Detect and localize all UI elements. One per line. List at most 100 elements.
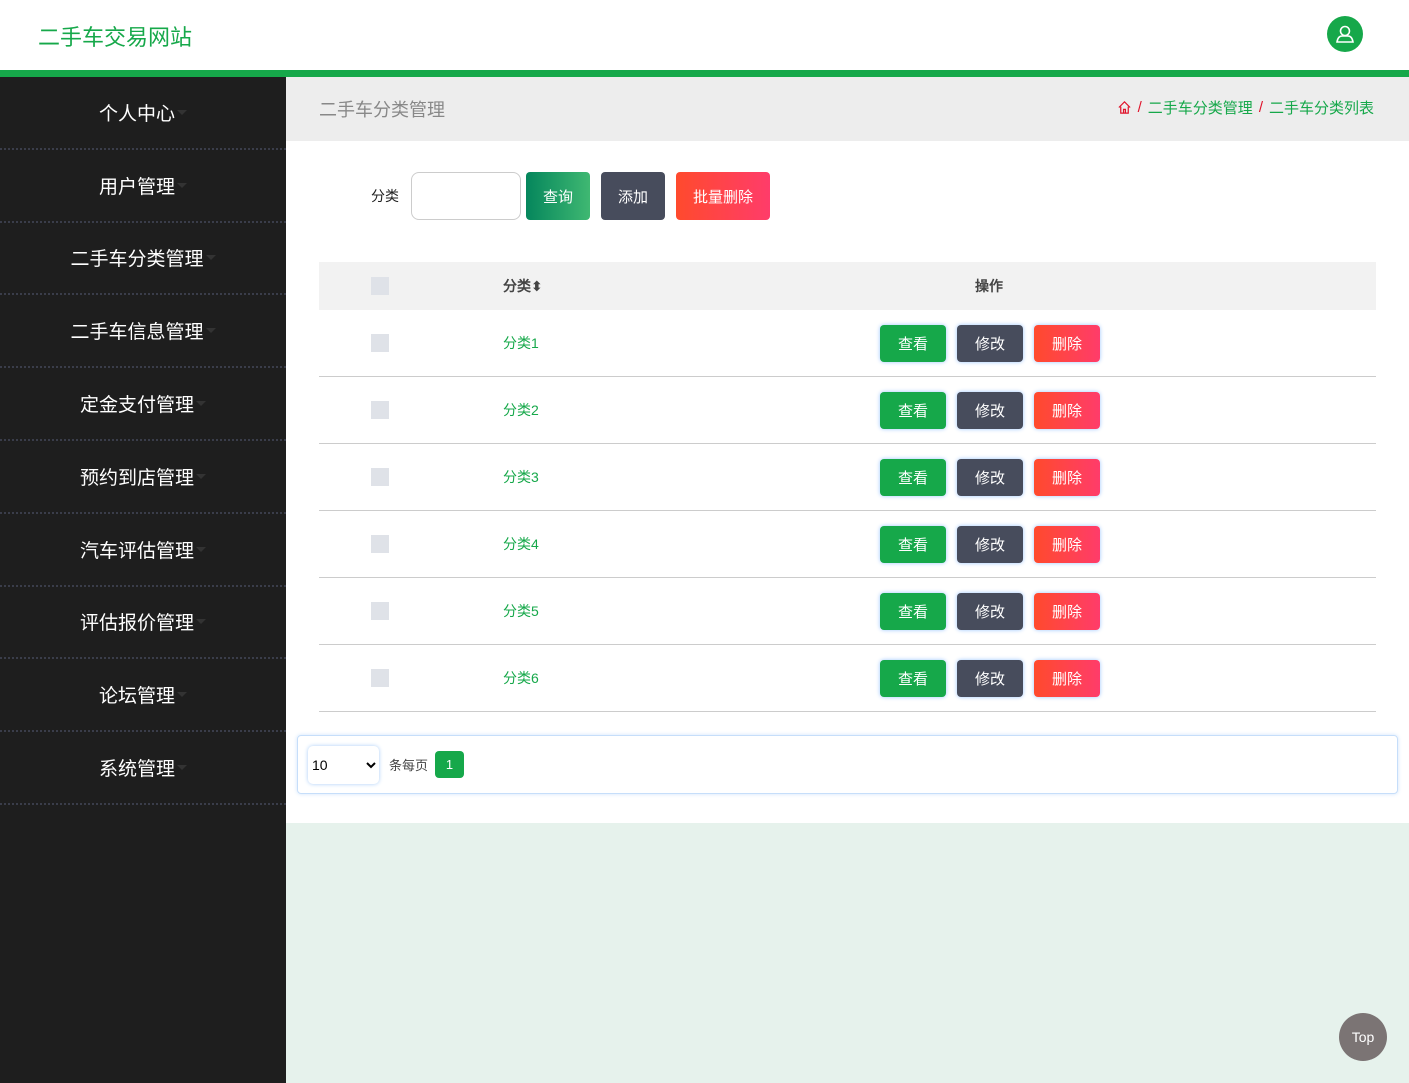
category-name: 分类1	[503, 335, 539, 351]
main-content: 分类 查询 添加 批量删除 分类⬍ 操作 分类1 查看 修改 删除 分类2 查看…	[286, 141, 1409, 823]
sidebar-item[interactable]: 个人中心	[0, 77, 286, 150]
sidebar-item[interactable]: 二手车分类管理	[0, 223, 286, 296]
column-header-ops: 操作	[975, 278, 1003, 294]
edit-button[interactable]: 修改	[957, 458, 1023, 496]
row-checkbox[interactable]	[371, 669, 389, 687]
row-checkbox[interactable]	[371, 535, 389, 553]
sidebar-item-label: 二手车信息管理	[70, 322, 204, 344]
view-button[interactable]: 查看	[880, 659, 946, 697]
select-all-checkbox[interactable]	[371, 277, 389, 295]
sidebar-item[interactable]: 系统管理	[0, 732, 286, 805]
view-button[interactable]: 查看	[880, 458, 946, 496]
sidebar: 个人中心用户管理二手车分类管理 二手车信息管理 定金支付管理 预约到店管理 汽车评估管理…	[0, 77, 286, 1083]
sidebar-item-label: 用户管理	[98, 176, 175, 198]
caret-down-icon	[177, 109, 187, 115]
sidebar-item-label: 定金支付管理	[79, 395, 194, 417]
caret-down-icon	[177, 765, 187, 771]
page-1-button[interactable]: 1	[435, 751, 465, 778]
back-to-top-button[interactable]: Top	[1339, 1013, 1387, 1061]
category-search-input[interactable]	[411, 172, 521, 220]
row-actions: 查看 修改 删除	[880, 391, 1100, 429]
row-actions: 查看 修改 删除	[880, 659, 1100, 697]
category-name: 分类4	[503, 536, 539, 552]
caret-down-icon	[205, 328, 216, 334]
row-checkbox[interactable]	[371, 401, 389, 419]
row-actions: 查看 修改 删除	[880, 458, 1100, 496]
pagination: 10 条每页 1	[297, 735, 1398, 794]
user-avatar-button[interactable]	[1327, 16, 1363, 52]
sidebar-item[interactable]: 定金支付管理	[0, 368, 286, 441]
add-button[interactable]: 添加	[601, 172, 666, 220]
sidebar-item[interactable]: 预约到店管理	[0, 441, 286, 514]
sidebar-item-label: 论坛管理	[98, 686, 175, 708]
query-button[interactable]: 查询	[526, 172, 591, 220]
view-button[interactable]: 查看	[880, 391, 946, 429]
row-actions: 查看 修改 删除	[880, 324, 1100, 362]
breadcrumb-separator: /	[1258, 99, 1263, 116]
breadcrumb-item[interactable]: 二手车分类管理	[1148, 97, 1253, 118]
delete-button[interactable]: 删除	[1034, 391, 1100, 429]
table-row: 分类6 查看 修改 删除	[319, 645, 1376, 712]
view-button[interactable]: 查看	[880, 525, 946, 563]
table-row: 分类1 查看 修改 删除	[319, 310, 1376, 377]
row-actions: 查看 修改 删除	[880, 525, 1100, 563]
breadcrumb-separator: /	[1137, 99, 1142, 116]
row-checkbox[interactable]	[371, 334, 389, 352]
column-header-label: 分类	[503, 278, 531, 294]
edit-button[interactable]: 修改	[957, 324, 1023, 362]
sort-icon[interactable]: ⬍	[531, 278, 543, 294]
row-checkbox[interactable]	[371, 468, 389, 486]
sidebar-item-label: 二手车分类管理	[70, 249, 204, 271]
search-bar: 分类 查询 添加 批量删除	[371, 172, 781, 220]
sidebar-item-label: 预约到店管理	[79, 467, 194, 489]
breadcrumb-bar: 二手车分类管理 / 二手车分类管理 / 二手车分类列表	[286, 77, 1409, 141]
category-name: 分类5	[503, 603, 539, 619]
page-title: 二手车分类管理	[319, 100, 445, 120]
table-header: 分类⬍ 操作	[319, 262, 1376, 310]
delete-button[interactable]: 删除	[1034, 458, 1100, 496]
caret-down-icon	[205, 255, 216, 261]
home-icon[interactable]	[1117, 100, 1132, 115]
caret-down-icon	[177, 182, 187, 188]
row-actions: 查看 修改 删除	[880, 592, 1100, 630]
edit-button[interactable]: 修改	[957, 525, 1023, 563]
delete-button[interactable]: 删除	[1034, 592, 1100, 630]
edit-button[interactable]: 修改	[957, 391, 1023, 429]
sidebar-item-label: 系统管理	[98, 759, 175, 781]
caret-down-icon	[196, 473, 206, 479]
category-label: 分类	[371, 188, 399, 204]
view-button[interactable]: 查看	[880, 324, 946, 362]
view-button[interactable]: 查看	[880, 592, 946, 630]
breadcrumb: / 二手车分类管理 / 二手车分类列表	[1117, 97, 1374, 118]
delete-button[interactable]: 删除	[1034, 659, 1100, 697]
per-page-label: 条每页	[389, 758, 429, 773]
sidebar-item-label: 汽车评估管理	[79, 540, 194, 562]
sidebar-item[interactable]: 论坛管理	[0, 659, 286, 733]
sidebar-item[interactable]: 用户管理	[0, 150, 286, 223]
page-size-select[interactable]: 10	[308, 745, 379, 784]
site-title: 二手车交易网站	[38, 25, 193, 50]
breadcrumb-item[interactable]: 二手车分类列表	[1269, 97, 1374, 118]
sidebar-item[interactable]: 二手车信息管理	[0, 295, 286, 369]
category-name: 分类3	[503, 469, 539, 485]
caret-down-icon	[196, 401, 206, 407]
category-name: 分类2	[503, 402, 539, 418]
category-name: 分类6	[503, 670, 539, 686]
caret-down-icon	[196, 546, 206, 552]
column-header-category[interactable]: 分类⬍	[503, 276, 543, 296]
sidebar-item-label: 个人中心	[98, 103, 175, 125]
batch-delete-button[interactable]: 批量删除	[676, 172, 771, 220]
sidebar-item[interactable]: 评估报价管理	[0, 587, 286, 660]
table-row: 分类4 查看 修改 删除	[319, 511, 1376, 578]
caret-down-icon	[196, 619, 206, 625]
sidebar-item-label: 评估报价管理	[79, 613, 194, 635]
table-row: 分类3 查看 修改 删除	[319, 444, 1376, 511]
edit-button[interactable]: 修改	[957, 659, 1023, 697]
delete-button[interactable]: 删除	[1034, 324, 1100, 362]
top-header: 二手车交易网站	[0, 0, 1409, 77]
category-table: 分类⬍ 操作 分类1 查看 修改 删除 分类2 查看 修改 删除 分类3 查看 …	[319, 262, 1376, 712]
sidebar-item[interactable]: 汽车评估管理	[0, 514, 286, 587]
delete-button[interactable]: 删除	[1034, 525, 1100, 563]
edit-button[interactable]: 修改	[957, 592, 1023, 630]
row-checkbox[interactable]	[371, 602, 389, 620]
